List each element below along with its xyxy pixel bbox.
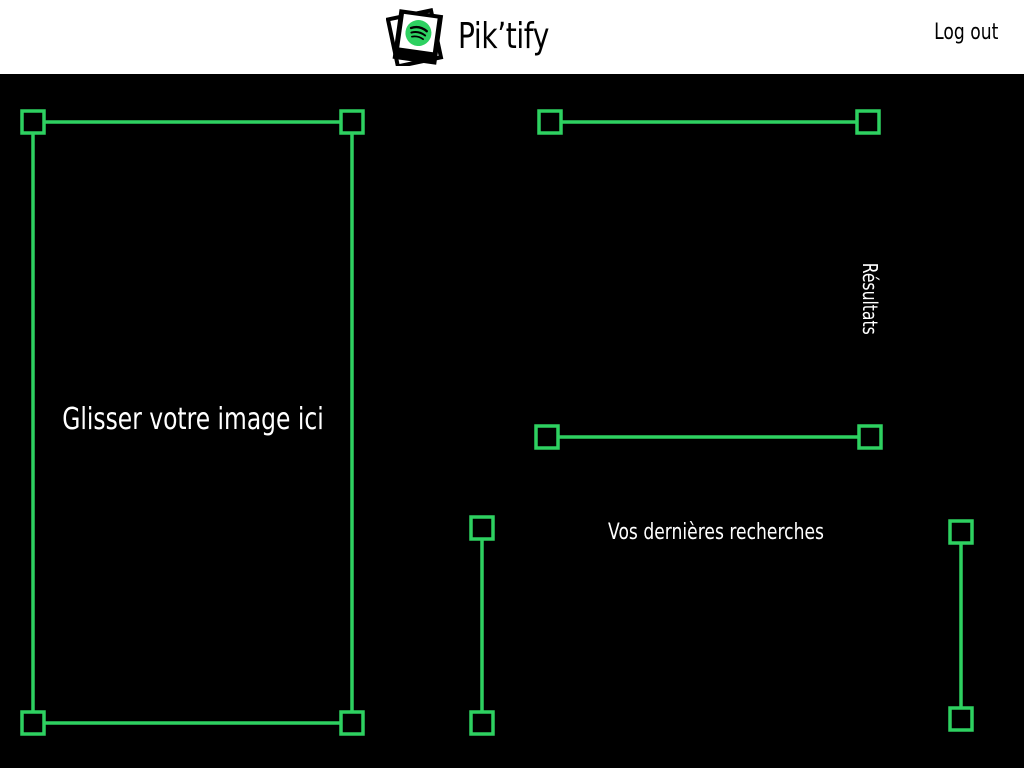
app-header: Pik’tify Log out	[0, 0, 1024, 74]
corner-handle-icon	[537, 109, 563, 135]
corner-handle-icon	[469, 710, 495, 736]
brand[interactable]: Pik’tify	[386, 4, 575, 68]
corner-handle-icon	[339, 710, 365, 736]
brand-name: Pik’tify	[458, 15, 550, 57]
corner-handle-icon	[948, 706, 974, 732]
results-panel	[534, 109, 883, 450]
corner-handle-icon	[20, 710, 46, 736]
corner-handle-icon	[534, 424, 560, 450]
corner-handle-icon	[20, 109, 46, 135]
recent-searches-label: Vos dernières recherches	[608, 520, 824, 545]
polaroid-spotify-icon	[386, 7, 444, 66]
corner-handle-icon	[948, 519, 974, 545]
results-label: Résultats	[858, 262, 882, 335]
corner-handle-icon	[469, 515, 495, 541]
logout-button[interactable]: Log out	[934, 20, 998, 45]
corner-handle-icon	[857, 424, 883, 450]
corner-handle-icon	[855, 109, 881, 135]
dropzone-label: Glisser votre image ici	[62, 402, 324, 437]
corner-handle-icon	[339, 109, 365, 135]
